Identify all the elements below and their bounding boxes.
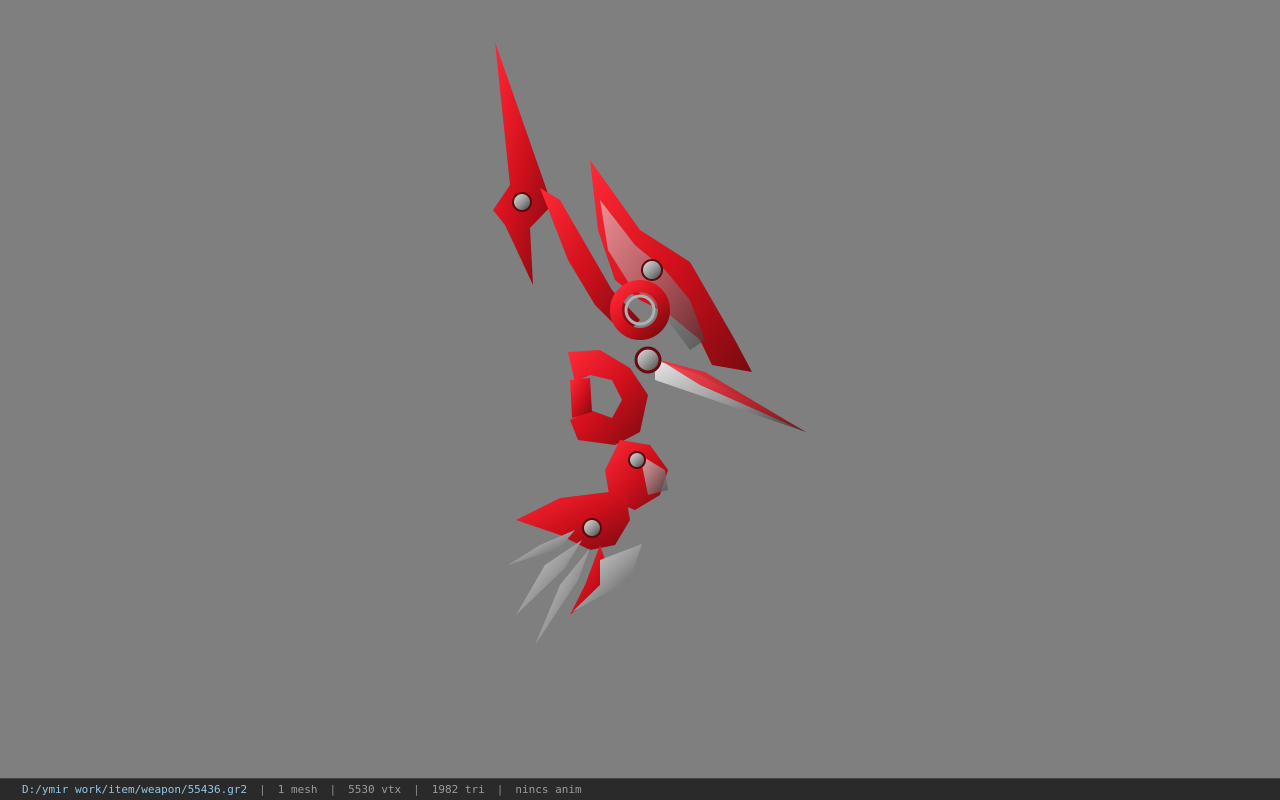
status-bar: D:/ymir work/item/weapon/55436.gr2 | 1 m… [0,778,1280,800]
3d-viewport[interactable] [0,0,1280,778]
separator: | [259,783,266,796]
separator: | [413,783,420,796]
bottom-claw-red [516,490,630,550]
claw-gem [582,518,602,538]
spike-gem [634,346,662,374]
animation-status: nincs anim [515,783,582,796]
right-crescent-blade [590,160,752,372]
weapon-model [493,42,806,645]
mesh-count: 1 mesh [277,783,318,796]
mid-ring [641,259,663,281]
lower-gem [628,451,646,469]
top-spike-blade [493,42,552,285]
file-path: D:/ymir work/item/weapon/55436.gr2 [22,783,248,796]
triangle-count: 1982 tri [431,783,485,796]
vertex-count: 5530 vtx [348,783,402,796]
separator: | [329,783,337,796]
d-guard-back [570,378,592,418]
separator: | [496,783,504,796]
long-right-spike-red [660,360,806,432]
top-gem [512,192,532,212]
